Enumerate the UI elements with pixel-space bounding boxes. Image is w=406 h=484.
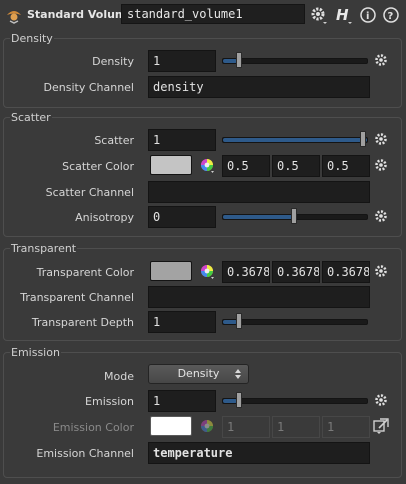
scatter-channel-label: Scatter Channel	[45, 186, 134, 199]
emission-label: Emission	[85, 395, 134, 408]
scatter-gear-icon[interactable]	[373, 131, 389, 147]
scatter-color-g-field[interactable]: 0.5	[272, 155, 320, 177]
emission-channel-field[interactable]: temperature	[148, 442, 370, 464]
emission-color-b-field[interactable]: 1	[322, 416, 370, 438]
emission-color-g-field[interactable]: 1	[272, 416, 320, 438]
transparent-depth-slider-handle[interactable]	[235, 313, 242, 329]
density-channel-label: Density Channel	[43, 81, 134, 94]
question-glyph: ?	[388, 11, 394, 22]
transparent-channel-field[interactable]	[148, 286, 370, 308]
emission-value-field[interactable]: 1	[148, 390, 216, 412]
scatter-color-b-field[interactable]: 0.5	[322, 155, 370, 177]
color-wheel-icon[interactable]	[199, 418, 215, 434]
density-value-field[interactable]: 1	[148, 50, 216, 72]
node-type-icon[interactable]	[5, 6, 23, 24]
density-slider[interactable]	[222, 58, 368, 64]
color-wheel-icon[interactable]	[199, 263, 215, 279]
density-section-title: Density	[10, 32, 54, 45]
scatter-slider-fill	[223, 138, 367, 142]
mode-dropdown[interactable]: Density	[148, 364, 249, 384]
anisotropy-slider-handle[interactable]	[291, 208, 297, 224]
scatter-color-label: Scatter Color	[62, 160, 134, 173]
transparent-depth-field[interactable]: 1	[148, 311, 216, 333]
scatter-color-swatch[interactable]	[150, 155, 192, 175]
help-glyph: H	[336, 6, 349, 24]
info-icon[interactable]: i	[358, 5, 378, 25]
transparent-color-swatch[interactable]	[150, 261, 192, 281]
scatter-channel-field[interactable]	[148, 181, 370, 203]
transparent-color-r-field[interactable]: 0.3678	[222, 261, 270, 283]
scatter-color-r-field[interactable]: 0.5	[222, 155, 270, 177]
emission-slider-handle[interactable]	[235, 392, 242, 408]
anisotropy-value-field[interactable]: 0	[148, 206, 216, 228]
info-glyph: i	[366, 11, 369, 22]
gear-icon[interactable]	[309, 5, 329, 25]
mode-label: Mode	[104, 370, 134, 383]
transparent-color-b-field[interactable]: 0.3678	[322, 261, 370, 283]
transparent-color-label: Transparent Color	[36, 266, 134, 279]
anisotropy-gear-icon[interactable]	[373, 208, 389, 224]
emission-slider[interactable]	[222, 398, 368, 404]
node-type-label: Standard Volume	[27, 8, 134, 21]
emission-color-r-field[interactable]: 1	[222, 416, 270, 438]
scatter-section-title: Scatter	[10, 111, 52, 124]
question-icon[interactable]: ?	[381, 5, 401, 25]
transparent-color-g-field[interactable]: 0.3678	[272, 261, 320, 283]
emission-gear-icon[interactable]	[373, 392, 389, 408]
scatter-color-gear-icon[interactable]	[373, 157, 389, 173]
emission-channel-label: Emission Channel	[36, 447, 134, 460]
link-icon[interactable]	[373, 418, 389, 434]
color-wheel-icon[interactable]	[199, 157, 215, 173]
transparent-depth-slider[interactable]	[222, 319, 368, 325]
help-icon[interactable]: H	[334, 5, 354, 25]
transparent-color-gear-icon[interactable]	[373, 263, 389, 279]
density-label: Density	[92, 55, 134, 68]
transparent-depth-label: Transparent Depth	[31, 316, 134, 329]
scatter-label: Scatter	[94, 134, 134, 147]
emission-section-title: Emission	[10, 346, 61, 359]
density-gear-icon[interactable]	[373, 52, 389, 68]
density-slider-handle[interactable]	[235, 52, 242, 68]
transparent-section-title: Transparent	[10, 242, 78, 255]
emission-color-label: Emission Color	[52, 421, 134, 434]
parameter-header: Standard Volume standard_volume1 H i ?	[0, 0, 406, 30]
transparent-channel-label: Transparent Channel	[20, 291, 134, 304]
scatter-slider[interactable]	[222, 137, 368, 143]
density-channel-field[interactable]: density	[148, 76, 370, 98]
node-name-field[interactable]: standard_volume1	[121, 4, 305, 24]
mode-dropdown-value: Density	[177, 367, 220, 380]
emission-color-swatch[interactable]	[150, 416, 192, 436]
scatter-value-field[interactable]: 1	[148, 129, 216, 151]
anisotropy-slider-fill	[223, 215, 295, 219]
scatter-slider-handle[interactable]	[360, 131, 366, 147]
anisotropy-label: Anisotropy	[75, 211, 134, 224]
dropdown-arrow-icon	[235, 369, 241, 379]
